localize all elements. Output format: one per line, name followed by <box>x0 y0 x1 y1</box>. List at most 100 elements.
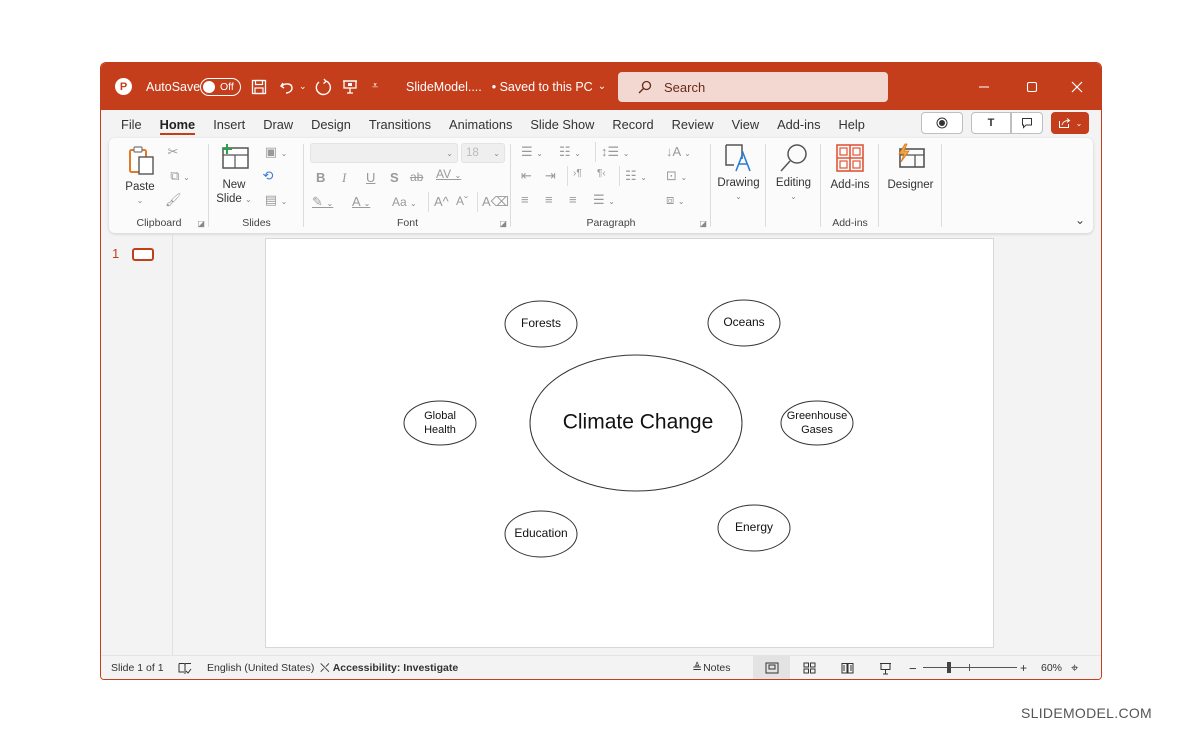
share-button[interactable]: ⌄ <box>1051 112 1089 134</box>
ltr-button[interactable]: ›¶ <box>573 168 582 179</box>
align-text-button[interactable]: ⊡ ⌄ <box>666 168 687 184</box>
grow-font-button[interactable]: A^ <box>434 194 449 209</box>
tab-add-ins[interactable]: Add-ins <box>768 110 829 138</box>
zoom-slider-thumb[interactable] <box>947 662 952 673</box>
font-size-combo[interactable]: 18 ⌄ <box>461 143 505 163</box>
autosave-toggle[interactable]: Off <box>200 63 241 110</box>
save-icon[interactable] <box>251 63 267 110</box>
search-icon <box>638 80 652 94</box>
zoom-slider[interactable] <box>923 656 1017 679</box>
justify-button[interactable]: ☰ ⌄ <box>593 192 615 208</box>
change-case-button[interactable]: Aa ⌄ <box>392 195 417 209</box>
language-indicator[interactable]: English (United States) <box>207 656 314 679</box>
tab-transitions[interactable]: Transitions <box>360 110 440 138</box>
drawing-group[interactable]: Drawing ⌄ <box>711 138 766 233</box>
slide-canvas[interactable]: Climate Change Forests Oceans Global Health G… <box>265 238 994 648</box>
search-box[interactable]: Search <box>618 72 888 102</box>
align-right-button[interactable]: ≡ <box>569 192 577 207</box>
cut-icon[interactable]: ✂ <box>165 144 181 160</box>
italic-button[interactable]: I <box>342 170 346 186</box>
document-title[interactable]: SlideModel.... • Saved to this PC ⌄ <box>406 63 606 110</box>
designer-group[interactable]: Designer <box>879 138 942 233</box>
text-direction-button[interactable]: ↓A ⌄ <box>666 144 691 159</box>
editing-group[interactable]: Editing ⌄ <box>766 138 821 233</box>
strikethrough-button[interactable]: ab <box>410 170 423 184</box>
tab-file[interactable]: File <box>121 110 151 138</box>
comments-button[interactable] <box>1011 112 1043 134</box>
diagram-svg: Climate Change Forests Oceans Global Health G… <box>403 299 854 558</box>
redo-icon[interactable] <box>314 63 332 110</box>
present-icon[interactable] <box>342 63 358 110</box>
shrink-font-button[interactable]: Aˇ <box>456 194 468 208</box>
underline-button[interactable]: U <box>366 170 375 185</box>
slide-thumbnail[interactable] <box>132 248 154 261</box>
section-icon[interactable]: ▤ ⌄ <box>259 192 293 208</box>
numbering-button[interactable]: ☷ ⌄ <box>559 144 581 160</box>
tab-animations[interactable]: Animations <box>440 110 521 138</box>
zoom-level[interactable]: 60% <box>1041 656 1062 679</box>
line-spacing-button[interactable]: ↕☰ ⌄ <box>601 144 629 160</box>
tab-review[interactable]: Review <box>663 110 723 138</box>
align-center-button[interactable]: ≡ <box>545 192 553 207</box>
tab-help[interactable]: Help <box>830 110 874 138</box>
topic-label: Energy <box>735 520 773 534</box>
notes-button[interactable]: ≜ Notes <box>692 656 731 679</box>
columns-button[interactable]: ☷ ⌄ <box>625 168 647 184</box>
record-icon <box>936 117 948 129</box>
toggle-knob <box>203 80 215 93</box>
topic-label: Forests <box>521 316 561 330</box>
autosave-state: Off <box>220 80 234 93</box>
topic-label: Oceans <box>723 315 764 329</box>
zoom-in-button[interactable]: + <box>1020 656 1027 679</box>
tab-view[interactable]: View <box>723 110 769 138</box>
increase-indent-button[interactable]: ⇥ <box>545 168 556 184</box>
paste-button[interactable]: Paste ⌄ <box>119 144 161 206</box>
watermark: SLIDEMODEL.COM <box>1021 705 1152 721</box>
clipboard-launcher-icon[interactable]: ◪ <box>197 219 205 228</box>
customize-toolbar-icon[interactable]: ⩡ <box>372 63 378 110</box>
close-button[interactable] <box>1054 63 1100 110</box>
addins-button[interactable]: Add-ins <box>821 138 879 208</box>
tab-draw[interactable]: Draw <box>254 110 302 138</box>
fit-to-window-icon[interactable]: ⌖ <box>1071 656 1078 679</box>
decrease-indent-button[interactable]: ⇤ <box>521 168 532 184</box>
collapse-ribbon-icon[interactable]: ⌄ <box>1075 213 1085 227</box>
teams-button[interactable]: T <box>971 112 1011 134</box>
text-shadow-button[interactable]: S <box>390 170 399 185</box>
tab-home[interactable]: Home <box>151 110 205 138</box>
record-button[interactable] <box>921 112 963 134</box>
zoom-out-button[interactable]: − <box>909 656 917 679</box>
maximize-button[interactable] <box>1009 63 1055 110</box>
tab-design[interactable]: Design <box>302 110 360 138</box>
align-left-button[interactable]: ≡ <box>521 192 529 207</box>
normal-view-button[interactable] <box>753 656 790 679</box>
font-name-combo[interactable]: ⌄ <box>310 143 458 163</box>
undo-dropdown-icon[interactable]: ⌄ <box>299 63 307 110</box>
slide-sorter-button[interactable] <box>803 656 816 679</box>
tab-insert[interactable]: Insert <box>204 110 254 138</box>
reset-slide-icon[interactable]: ⟲ <box>259 168 277 184</box>
font-color-button[interactable]: A ⌄ <box>352 194 370 209</box>
smartart-button[interactable]: ⧈ ⌄ <box>666 192 685 208</box>
reading-view-button[interactable] <box>841 656 854 679</box>
character-spacing-button[interactable]: AV ⌄ <box>436 167 461 181</box>
slideshow-button[interactable] <box>879 656 892 679</box>
bold-button[interactable]: B <box>316 170 325 185</box>
font-launcher-icon[interactable]: ◪ <box>499 219 507 228</box>
new-slide-button[interactable]: New Slide ⌄ <box>215 144 253 206</box>
bullets-button[interactable]: ☰ ⌄ <box>521 144 543 160</box>
rtl-button[interactable]: ¶‹ <box>597 168 606 179</box>
clear-formatting-icon[interactable]: A⌫ <box>482 194 509 210</box>
undo-icon[interactable] <box>279 63 297 110</box>
notes-icon: ≜ <box>692 661 703 675</box>
layout-icon[interactable]: ▣ ⌄ <box>259 144 293 160</box>
tab-slide-show[interactable]: Slide Show <box>521 110 603 138</box>
highlight-color-button[interactable]: ✎ ⌄ <box>312 194 333 210</box>
accessibility-indicator[interactable]: ⛌ Accessibility: Investigate <box>320 656 458 679</box>
spelling-check-icon[interactable] <box>178 656 192 679</box>
paragraph-launcher-icon[interactable]: ◪ <box>699 219 707 228</box>
copy-icon[interactable]: ⧉ ⌄ <box>165 168 195 184</box>
minimize-button[interactable] <box>961 63 1007 110</box>
tab-record[interactable]: Record <box>603 110 662 138</box>
format-painter-icon[interactable]: 🖌 <box>165 192 182 208</box>
